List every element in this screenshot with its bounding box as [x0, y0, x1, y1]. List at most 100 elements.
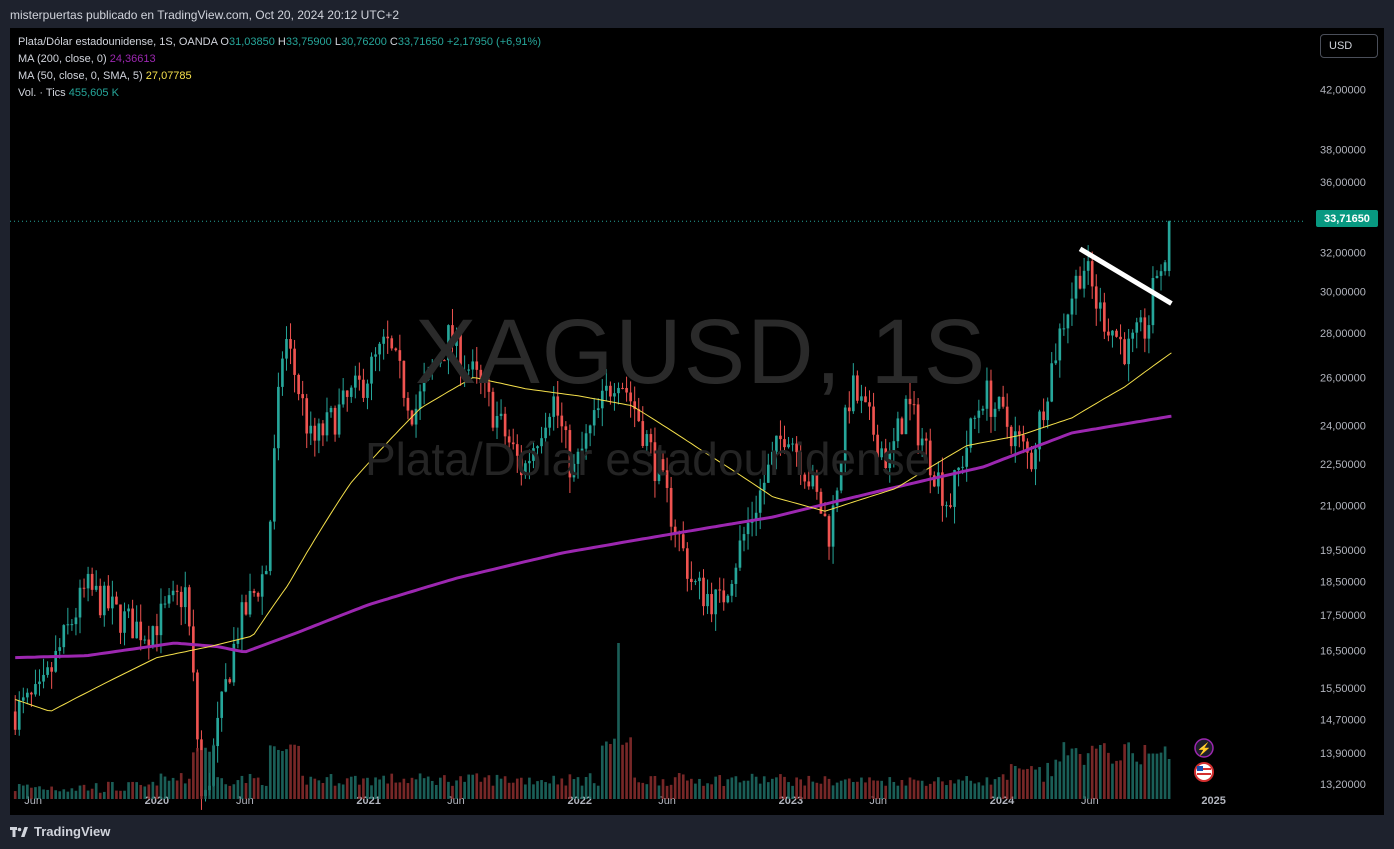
candle-body: [746, 522, 750, 535]
volume-bar: [111, 781, 114, 799]
chart-svg[interactable]: 42,0000038,0000036,0000034,0000032,00000…: [10, 28, 1384, 815]
volume-bar: [398, 782, 402, 799]
legend-symbol-row[interactable]: Plata/Dólar estadounidense, 1S, OANDA O3…: [18, 34, 541, 51]
volume-bar: [1103, 743, 1106, 799]
y-tick-label: 13,90000: [1320, 748, 1366, 760]
volume-bar: [297, 745, 300, 799]
candle-body: [167, 595, 171, 604]
legend-ma200-row[interactable]: MA (200, close, 0) 24,36613: [18, 51, 541, 68]
volume-bar: [54, 790, 58, 799]
candle-body: [1062, 328, 1066, 330]
volume-bar: [430, 780, 434, 799]
candle-body: [1005, 406, 1009, 427]
candle-body: [273, 448, 276, 522]
volume-bar: [1074, 748, 1078, 799]
volume-bar: [62, 789, 66, 799]
volume-bar: [758, 783, 762, 799]
volume-bar: [192, 752, 195, 799]
legend-ma50-label: MA (50, close, 0, SMA, 5): [18, 70, 143, 82]
volume-bar: [143, 786, 147, 799]
candle-body: [1143, 317, 1147, 339]
volume-bar: [941, 781, 944, 799]
candle-body: [139, 621, 143, 641]
currency-button[interactable]: USD: [1320, 34, 1378, 58]
candle-body: [1127, 338, 1130, 365]
candle-body: [945, 505, 948, 507]
legend-ma50-row[interactable]: MA (50, close, 0, SMA, 5) 27,07785: [18, 68, 541, 85]
volume-bar: [236, 780, 240, 799]
candle-body: [349, 387, 353, 397]
candle-body: [102, 585, 106, 616]
volume-bar: [1135, 761, 1139, 799]
candle-body: [374, 354, 377, 357]
volume-bar: [1078, 754, 1082, 799]
candle-body: [1082, 270, 1086, 289]
candle-body: [289, 339, 292, 349]
volume-bar: [924, 785, 928, 799]
y-tick-label: 36,00000: [1320, 177, 1366, 189]
volume-bar: [823, 776, 827, 799]
volume-bar: [1058, 761, 1062, 799]
candle-body: [366, 383, 369, 398]
volume-bar: [677, 773, 681, 799]
volume-bar: [904, 785, 908, 799]
candle-body: [847, 407, 851, 412]
volume-bar: [1139, 764, 1143, 799]
volume-bar: [1009, 764, 1013, 799]
candle-body: [758, 490, 762, 513]
volume-bar: [410, 777, 414, 799]
volume-bar: [718, 775, 722, 799]
volume-bar: [1147, 753, 1151, 799]
volume-bar: [443, 775, 446, 799]
candle-body: [1131, 332, 1135, 339]
volume-bar: [321, 782, 325, 799]
volume-bar: [835, 782, 839, 799]
candle-body: [321, 423, 325, 436]
volume-bar: [685, 780, 689, 799]
volume-bar: [70, 788, 74, 799]
volume-bar: [382, 775, 385, 799]
volume-bar: [1107, 752, 1110, 799]
volume-bar: [1001, 774, 1005, 799]
candle-body: [706, 594, 709, 607]
candle-body: [1017, 431, 1021, 435]
legend-volume-row[interactable]: Vol. · Tics 455,605 K: [18, 85, 541, 102]
volume-bar: [815, 782, 819, 799]
candle-body: [1147, 325, 1151, 339]
legend-high: 33,75900: [285, 36, 332, 48]
candle-body: [1034, 449, 1037, 470]
volume-bar: [86, 790, 90, 799]
volume-bar: [447, 781, 450, 799]
candle-body: [333, 407, 337, 435]
candle-body: [90, 573, 94, 590]
volume-bar: [600, 745, 604, 799]
candle-body: [163, 603, 167, 605]
candle-body: [499, 413, 503, 417]
candle-body: [309, 425, 313, 434]
candle-body: [742, 534, 746, 541]
volume-bar: [544, 782, 547, 799]
candle-body: [1070, 298, 1074, 315]
volume-bar: [386, 783, 390, 799]
volume-bar: [625, 742, 628, 799]
chart-area[interactable]: 42,0000038,0000036,0000034,0000032,00000…: [10, 28, 1384, 815]
volume-bar: [1005, 779, 1009, 799]
volume-bar: [196, 748, 199, 799]
candle-body: [973, 417, 977, 419]
candle-body: [722, 590, 726, 603]
last-price-tag: 33,71650: [1316, 210, 1378, 227]
volume-bar: [864, 782, 867, 799]
candle-body: [240, 602, 244, 640]
candle-body: [969, 418, 973, 448]
candle-body: [248, 590, 252, 615]
candle-body: [1078, 275, 1082, 289]
candle-body: [378, 343, 381, 355]
tradingview-logo[interactable]: TradingView: [10, 824, 110, 839]
volume-bar: [483, 777, 487, 799]
volume-bar: [540, 780, 543, 799]
candle-body: [86, 573, 90, 589]
candle-body: [155, 626, 159, 636]
volume-bar: [139, 784, 143, 799]
candle-body: [1107, 331, 1110, 336]
legend-o-label: O: [220, 36, 229, 48]
